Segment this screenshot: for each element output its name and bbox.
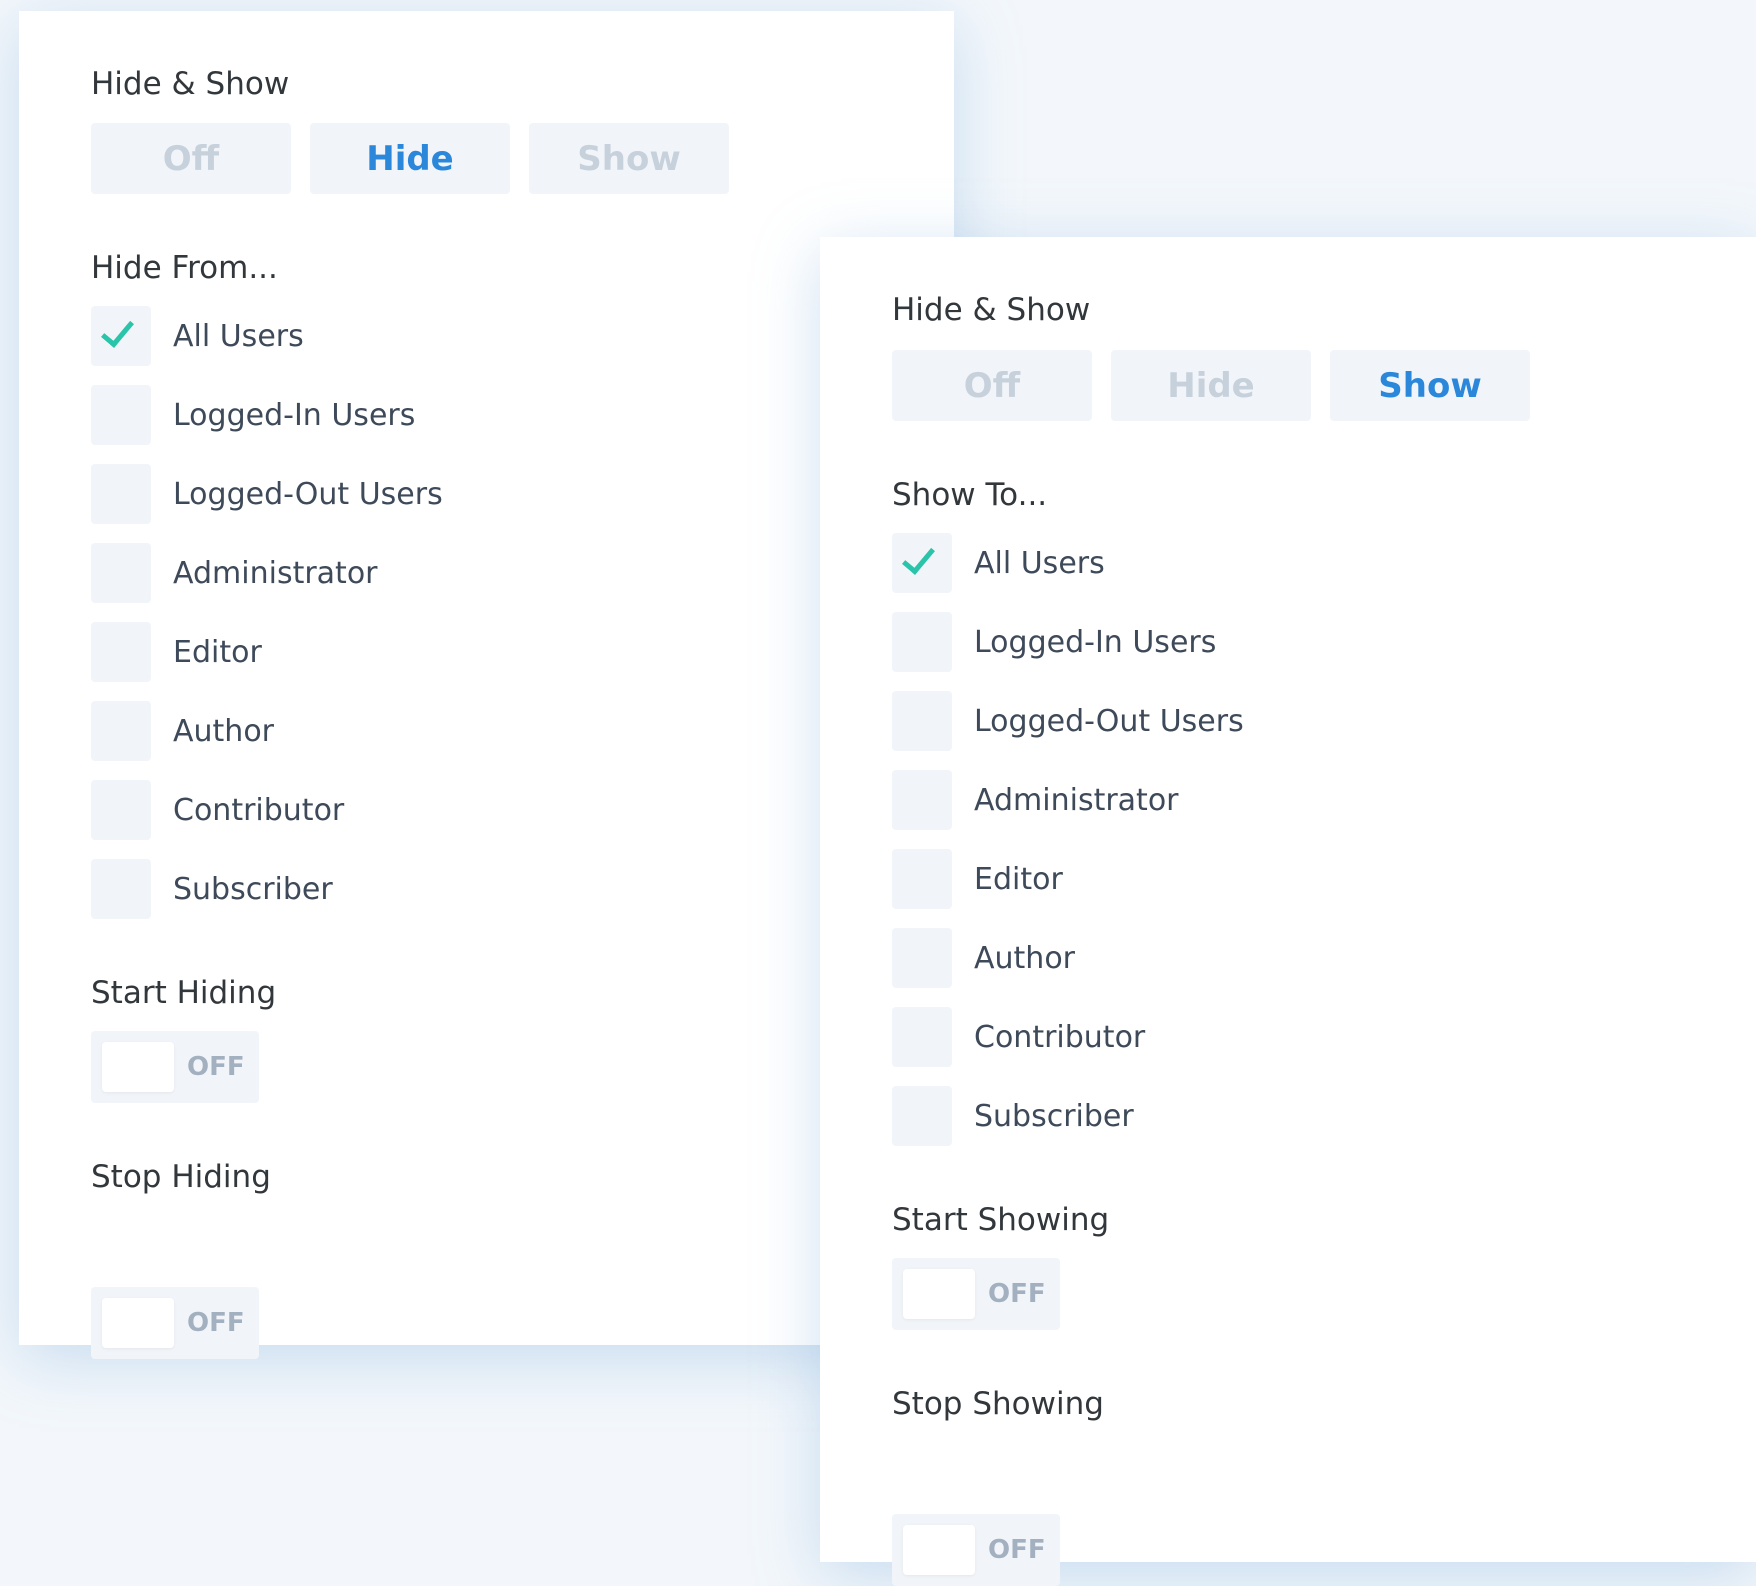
toggle-knob <box>903 1269 975 1319</box>
toggle-state-text: OFF <box>988 1535 1046 1565</box>
checkbox-label: Contributor <box>173 792 345 828</box>
toggle-state-text: OFF <box>988 1279 1046 1309</box>
toggle-knob <box>903 1525 975 1575</box>
stop-showing-label: Stop Showing <box>892 1386 1104 1422</box>
stop-hiding-toggle[interactable]: OFF <box>91 1287 259 1359</box>
show-to-checklist: All Users Logged-In Users Logged-Out Use… <box>892 533 1244 1146</box>
checkbox[interactable] <box>91 701 151 761</box>
checkbox-logged-out-users[interactable]: Logged-Out Users <box>91 464 443 524</box>
checkbox-label: All Users <box>974 545 1105 581</box>
hide-settings-panel: Hide & Show Off Hide Show Hide From... A… <box>19 11 954 1359</box>
show-settings-panel: Hide & Show Off Hide Show Show To... All… <box>820 237 1756 1586</box>
hide-from-checklist: All Users Logged-In Users Logged-Out Use… <box>91 306 443 919</box>
checkbox-logged-in-users[interactable]: Logged-In Users <box>91 385 443 445</box>
checkbox[interactable] <box>91 622 151 682</box>
checkbox[interactable] <box>91 306 151 366</box>
start-showing-toggle[interactable]: OFF <box>892 1258 1060 1330</box>
mode-show-button[interactable]: Show <box>1330 350 1530 421</box>
mode-title: Hide & Show <box>91 66 290 102</box>
checkbox-label: Administrator <box>173 555 378 591</box>
checkbox[interactable] <box>91 780 151 840</box>
checkbox-label: Editor <box>974 861 1063 897</box>
checkbox-label: Administrator <box>974 782 1179 818</box>
mode-off-button[interactable]: Off <box>892 350 1092 421</box>
checkbox-label: Subscriber <box>974 1098 1134 1134</box>
start-showing-label: Start Showing <box>892 1202 1110 1238</box>
checkbox[interactable] <box>91 859 151 919</box>
stop-showing-toggle[interactable]: OFF <box>892 1514 1060 1586</box>
checkbox-subscriber[interactable]: Subscriber <box>892 1086 1244 1146</box>
checkbox[interactable] <box>892 533 952 593</box>
stop-hiding-label: Stop Hiding <box>91 1159 271 1195</box>
start-hiding-toggle[interactable]: OFF <box>91 1031 259 1103</box>
checkbox[interactable] <box>892 691 952 751</box>
checkbox-label: Logged-Out Users <box>173 476 443 512</box>
checkbox-label: Author <box>974 940 1076 976</box>
mode-segmented-control: Off Hide Show <box>91 123 729 194</box>
checkbox[interactable] <box>892 1007 952 1067</box>
checkbox-editor[interactable]: Editor <box>892 849 1244 909</box>
mode-off-button[interactable]: Off <box>91 123 291 194</box>
checkbox-subscriber[interactable]: Subscriber <box>91 859 443 919</box>
checkbox-administrator[interactable]: Administrator <box>892 770 1244 830</box>
checkbox-all-users[interactable]: All Users <box>91 306 443 366</box>
checkbox-label: Logged-Out Users <box>974 703 1244 739</box>
checkmark-icon <box>101 313 134 348</box>
checkbox[interactable] <box>892 770 952 830</box>
checkbox-author[interactable]: Author <box>91 701 443 761</box>
checkbox[interactable] <box>91 543 151 603</box>
toggle-state-text: OFF <box>187 1308 245 1338</box>
checkmark-icon <box>902 540 935 575</box>
checkbox[interactable] <box>892 928 952 988</box>
checkbox-label: Subscriber <box>173 871 333 907</box>
mode-title: Hide & Show <box>892 292 1091 328</box>
checkbox[interactable] <box>892 849 952 909</box>
checkbox-label: All Users <box>173 318 304 354</box>
toggle-state-text: OFF <box>187 1052 245 1082</box>
checkbox-label: Author <box>173 713 275 749</box>
checkbox-author[interactable]: Author <box>892 928 1244 988</box>
mode-hide-button[interactable]: Hide <box>1111 350 1311 421</box>
mode-hide-button[interactable]: Hide <box>310 123 510 194</box>
checkbox-logged-out-users[interactable]: Logged-Out Users <box>892 691 1244 751</box>
show-to-title: Show To... <box>892 477 1048 513</box>
checkbox-label: Editor <box>173 634 262 670</box>
checkbox-editor[interactable]: Editor <box>91 622 443 682</box>
checkbox-logged-in-users[interactable]: Logged-In Users <box>892 612 1244 672</box>
checkbox[interactable] <box>91 385 151 445</box>
hide-from-title: Hide From... <box>91 250 278 286</box>
checkbox-contributor[interactable]: Contributor <box>892 1007 1244 1067</box>
checkbox-all-users[interactable]: All Users <box>892 533 1244 593</box>
checkbox[interactable] <box>892 1086 952 1146</box>
checkbox-label: Logged-In Users <box>974 624 1217 660</box>
checkbox-label: Contributor <box>974 1019 1146 1055</box>
toggle-knob <box>102 1298 174 1348</box>
mode-segmented-control: Off Hide Show <box>892 350 1530 421</box>
checkbox[interactable] <box>892 612 952 672</box>
mode-show-button[interactable]: Show <box>529 123 729 194</box>
start-hiding-label: Start Hiding <box>91 975 277 1011</box>
checkbox-contributor[interactable]: Contributor <box>91 780 443 840</box>
checkbox-label: Logged-In Users <box>173 397 416 433</box>
toggle-knob <box>102 1042 174 1092</box>
checkbox[interactable] <box>91 464 151 524</box>
checkbox-administrator[interactable]: Administrator <box>91 543 443 603</box>
